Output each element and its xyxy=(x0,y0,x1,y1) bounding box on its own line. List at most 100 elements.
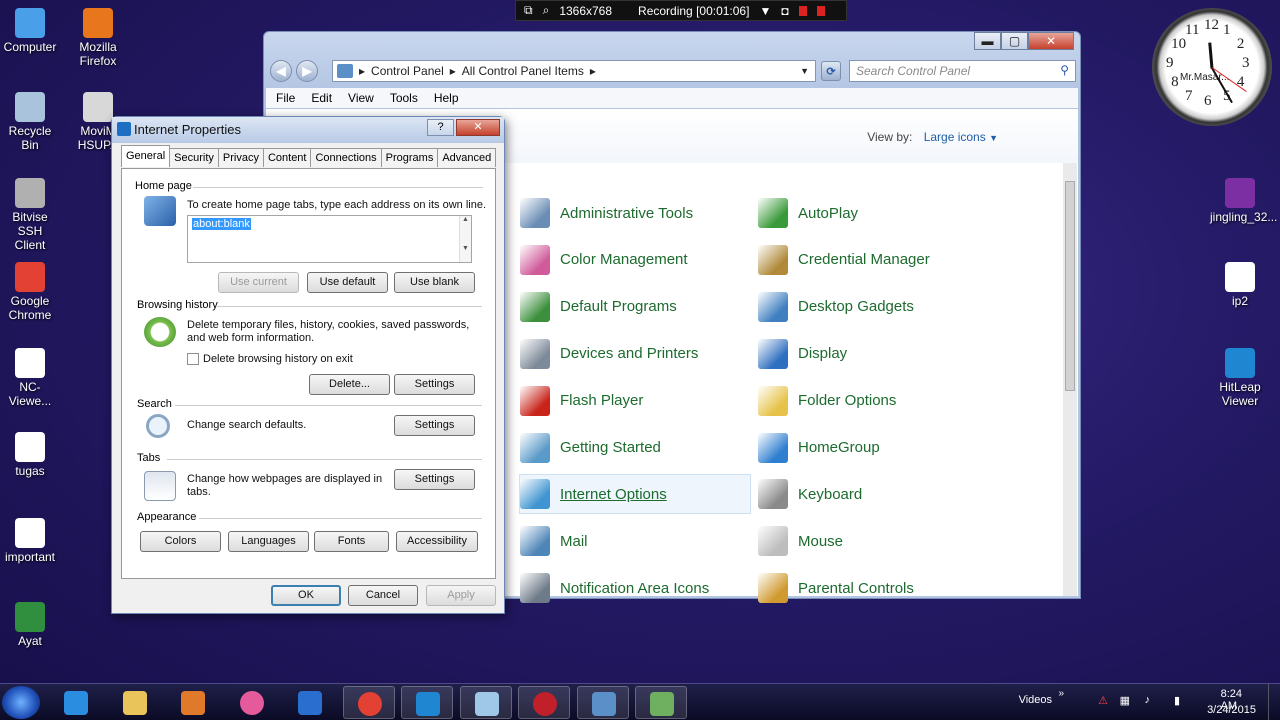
use-current-button[interactable]: Use current xyxy=(218,272,299,293)
vertical-scrollbar[interactable] xyxy=(1063,163,1077,596)
address-bar[interactable]: ▸ Control Panel ▸ All Control Panel Item… xyxy=(332,60,816,82)
search-icon[interactable]: ⚲ xyxy=(1060,63,1069,77)
breadcrumb-control-panel[interactable]: Control Panel xyxy=(371,64,444,78)
tab-general[interactable]: General xyxy=(121,145,171,167)
chevron-down-icon[interactable]: ▼ xyxy=(800,66,809,76)
cp-item-internet-options[interactable]: Internet Options xyxy=(519,474,751,515)
desktop-icon[interactable]: NC-Viewe... xyxy=(0,348,60,408)
cp-item-mail[interactable]: Mail xyxy=(520,521,588,561)
show-desktop-button[interactable] xyxy=(1268,684,1280,720)
fonts-button[interactable]: Fonts xyxy=(314,531,389,552)
close-button[interactable]: ✕ xyxy=(1028,32,1074,50)
cp-item-administrative-tools[interactable]: Administrative Tools xyxy=(520,193,693,233)
videos-toolbar[interactable]: Videos xyxy=(1019,694,1052,706)
back-button[interactable]: ◀ xyxy=(270,60,292,82)
cp-item-desktop-gadgets[interactable]: Desktop Gadgets xyxy=(758,287,914,327)
cp-item-getting-started[interactable]: Getting Started xyxy=(520,428,661,468)
breadcrumb-all-items[interactable]: All Control Panel Items xyxy=(462,64,584,78)
chevron-down-icon[interactable]: ▼ xyxy=(989,133,998,143)
start-button[interactable] xyxy=(2,686,40,719)
taskbar-button[interactable] xyxy=(109,686,161,719)
colors-button[interactable]: Colors xyxy=(140,531,221,552)
tray-date[interactable]: 3/24/2015 xyxy=(1207,704,1256,716)
desktop-icon[interactable]: Computer xyxy=(0,8,60,54)
desktop-icon[interactable]: Ayat xyxy=(0,602,60,648)
taskbar-button[interactable] xyxy=(226,686,278,719)
menu-item-edit[interactable]: Edit xyxy=(311,91,332,105)
resize-icon[interactable]: ⧉ xyxy=(524,3,533,18)
maximize-button[interactable]: ▢ xyxy=(1001,32,1028,50)
tab-programs[interactable]: Programs xyxy=(380,148,439,167)
forward-button[interactable]: ▶ xyxy=(296,60,318,82)
view-by-value[interactable]: Large icons xyxy=(924,130,986,144)
action-center-icon[interactable]: ⚠ xyxy=(1098,694,1108,707)
taskbar-button[interactable] xyxy=(635,686,687,719)
menu-item-file[interactable]: File xyxy=(276,91,295,105)
taskbar-button[interactable] xyxy=(459,686,512,719)
tab-privacy[interactable]: Privacy xyxy=(217,148,264,167)
desktop-icon[interactable]: HitLeap Viewer xyxy=(1210,348,1270,408)
signal-icon[interactable]: ▮ xyxy=(1174,694,1180,707)
tabs-settings-button[interactable]: Settings xyxy=(394,469,475,490)
cp-item-default-programs[interactable]: Default Programs xyxy=(520,287,677,327)
desktop-icon[interactable]: Mozilla Firefox xyxy=(68,8,128,68)
taskbar-button[interactable] xyxy=(342,686,395,719)
chevron-down-icon[interactable]: ▼ xyxy=(759,4,771,18)
cp-item-credential-manager[interactable]: Credential Manager xyxy=(758,240,930,280)
home-page-scrollbar[interactable]: ▲ ▼ xyxy=(459,216,471,262)
dialog-close-button[interactable]: ✕ xyxy=(456,119,500,136)
cp-item-homegroup[interactable]: HomeGroup xyxy=(758,428,880,468)
taskbar-button[interactable] xyxy=(50,686,102,719)
scrollbar-thumb[interactable] xyxy=(1065,181,1075,391)
cp-item-flash-player[interactable]: Flash Player xyxy=(520,381,643,421)
cancel-button[interactable]: Cancel xyxy=(348,585,418,606)
use-blank-button[interactable]: Use blank xyxy=(394,272,475,293)
tab-connections[interactable]: Connections xyxy=(310,148,382,167)
pause-icon[interactable] xyxy=(798,5,807,16)
home-page-input[interactable]: about:blank ▲ ▼ xyxy=(187,215,472,263)
apply-button[interactable]: Apply xyxy=(426,585,496,606)
desktop-icon[interactable]: tugas xyxy=(0,432,60,478)
delete-history-button[interactable]: Delete... xyxy=(309,374,390,395)
desktop-icon[interactable]: jingling_32... xyxy=(1210,178,1277,224)
cp-item-autoplay[interactable]: AutoPlay xyxy=(758,193,858,233)
desktop-icon[interactable]: Recycle Bin xyxy=(0,92,60,152)
menu-item-tools[interactable]: Tools xyxy=(390,91,418,105)
menu-item-view[interactable]: View xyxy=(348,91,374,105)
history-settings-button[interactable]: Settings xyxy=(394,374,475,395)
cp-item-notification-area-icons[interactable]: Notification Area Icons xyxy=(520,568,709,608)
zoom-icon[interactable]: ⌕ xyxy=(543,3,550,18)
cp-item-folder-options[interactable]: Folder Options xyxy=(758,381,896,421)
volume-icon[interactable]: ♪ xyxy=(1145,694,1151,706)
taskbar-button[interactable] xyxy=(576,686,629,719)
cp-item-color-management[interactable]: Color Management xyxy=(520,240,688,280)
search-settings-button[interactable]: Settings xyxy=(394,415,475,436)
cp-item-mouse[interactable]: Mouse xyxy=(758,521,843,561)
accessibility-button[interactable]: Accessibility xyxy=(396,531,478,552)
tab-advanced[interactable]: Advanced xyxy=(437,148,497,167)
ok-button[interactable]: OK xyxy=(271,585,341,606)
desktop-icon[interactable]: Bitvise SSH Client xyxy=(0,178,60,252)
clock-gadget[interactable]: 121234567891011 Mr.Masar... xyxy=(1152,8,1272,126)
tab-content[interactable]: Content xyxy=(262,148,312,167)
desktop-icon[interactable]: Google Chrome xyxy=(0,262,60,322)
chevron-up-icon[interactable]: » xyxy=(1058,688,1064,699)
stop-icon[interactable] xyxy=(816,5,825,16)
taskbar-button[interactable] xyxy=(401,686,453,719)
cp-item-devices-and-printers[interactable]: Devices and Printers xyxy=(520,334,698,374)
search-input[interactable]: Search Control Panel ⚲ xyxy=(849,60,1076,82)
refresh-button[interactable]: ⟳ xyxy=(821,61,841,81)
taskbar-button[interactable] xyxy=(167,686,219,719)
camera-icon[interactable]: ◘ xyxy=(781,4,788,18)
cp-item-parental-controls[interactable]: Parental Controls xyxy=(758,568,914,608)
desktop-icon[interactable]: ip2 xyxy=(1210,262,1270,308)
menu-item-help[interactable]: Help xyxy=(434,91,459,105)
cp-item-display[interactable]: Display xyxy=(758,334,847,374)
delete-on-exit-checkbox[interactable] xyxy=(187,353,199,365)
use-default-button[interactable]: Use default xyxy=(307,272,388,293)
taskbar-button[interactable] xyxy=(518,686,570,719)
minimize-button[interactable]: ▬ xyxy=(974,32,1001,50)
languages-button[interactable]: Languages xyxy=(228,531,309,552)
network-icon[interactable]: ▦ xyxy=(1120,694,1130,707)
taskbar-button[interactable] xyxy=(284,686,336,719)
